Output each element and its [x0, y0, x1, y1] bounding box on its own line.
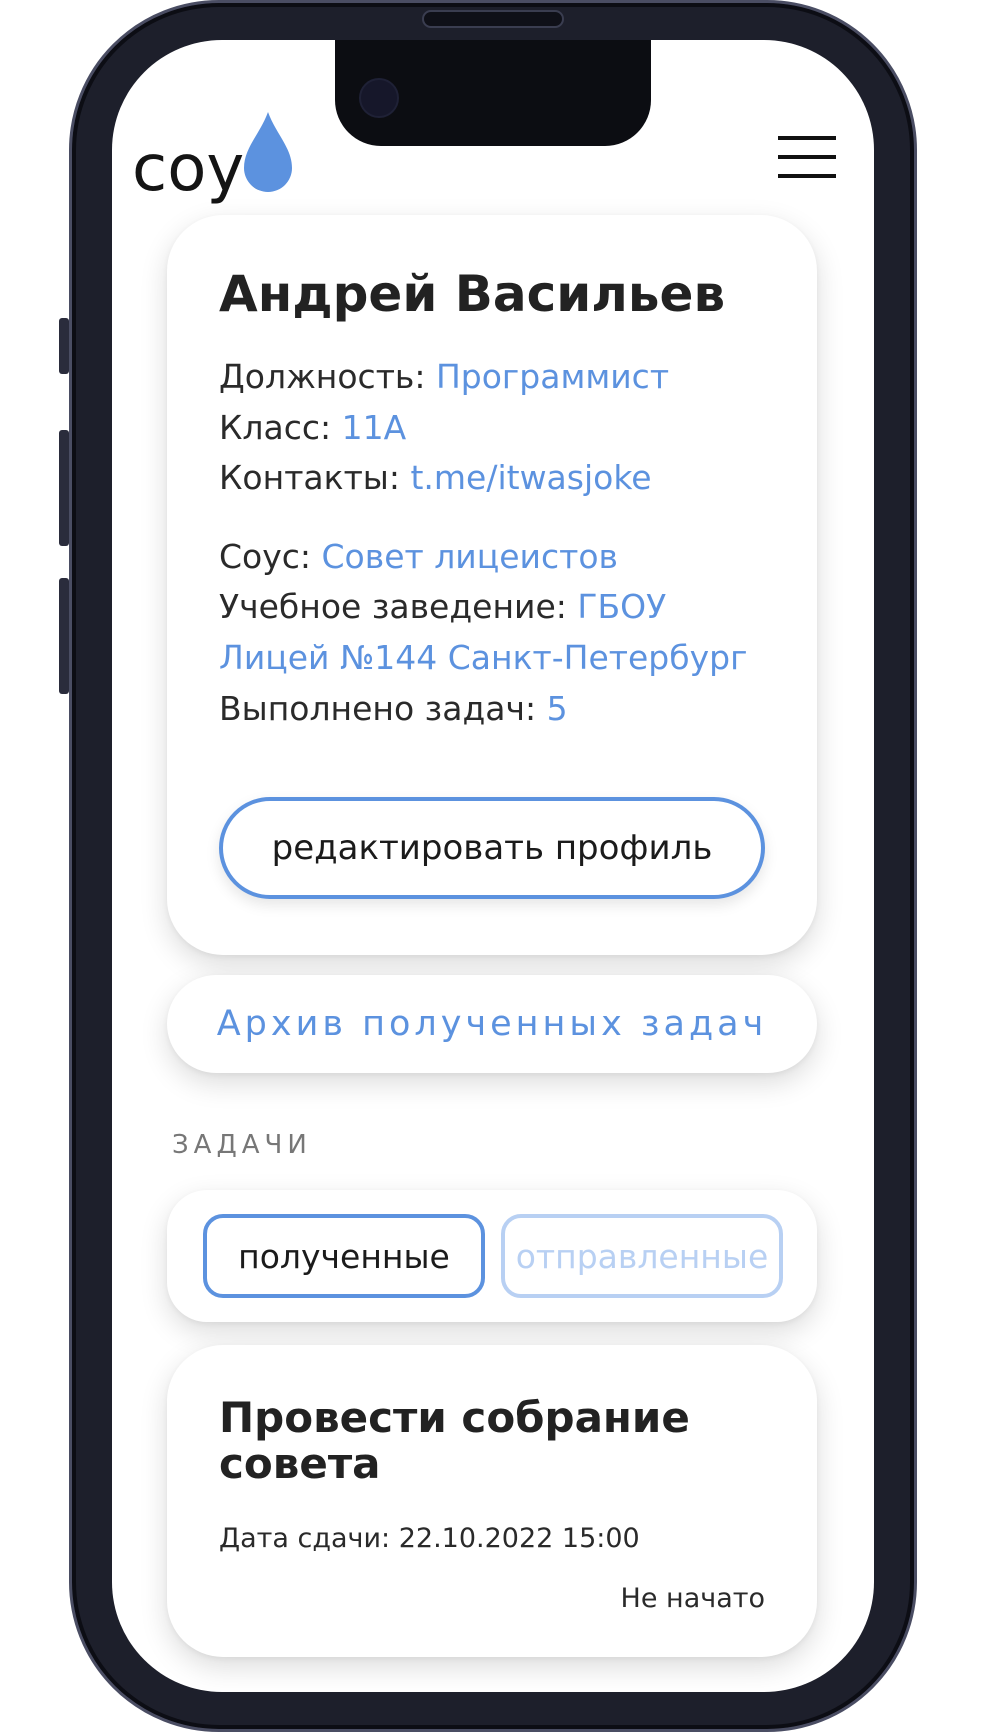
task-status: Не начато	[620, 1583, 765, 1614]
school-row: Учебное заведение: ГБОУ	[219, 587, 666, 626]
tasks-tab-bar: полученные отправленные	[167, 1190, 817, 1322]
app-logo[interactable]: соус	[132, 110, 302, 210]
school-value-line1: ГБОУ	[577, 587, 667, 626]
tasks-done-value: 5	[546, 689, 568, 728]
school-label: Учебное заведение:	[219, 587, 578, 626]
sous-value[interactable]: Совет лицеистов	[322, 537, 618, 576]
tasks-done-row: Выполнено задач: 5	[219, 689, 568, 728]
notch	[335, 40, 651, 146]
profile-name: Андрей Васильев	[219, 265, 726, 323]
hamburger-menu-icon[interactable]	[778, 136, 836, 180]
class-row: Класс: 11А	[219, 408, 406, 447]
position-row: Должность: Программист	[219, 357, 669, 396]
class-value: 11А	[341, 408, 407, 447]
position-label: Должность:	[219, 357, 436, 396]
class-label: Класс:	[219, 408, 342, 447]
sous-row: Соус: Совет лицеистов	[219, 537, 618, 576]
tab-sent[interactable]: отправленные	[501, 1214, 783, 1298]
sous-label: Соус:	[219, 537, 322, 576]
contacts-row: Контакты: t.me/itwasjoke	[219, 458, 652, 497]
volume-up-button	[59, 430, 69, 546]
silent-switch	[59, 318, 69, 374]
volume-down-button	[59, 578, 69, 694]
archive-button[interactable]: Архив полученных задач	[167, 975, 817, 1073]
task-card[interactable]: Провести собрание совета Дата сдачи: 22.…	[167, 1345, 817, 1657]
contacts-label: Контакты:	[219, 458, 411, 497]
tasks-section-label: ЗАДАЧИ	[172, 1130, 312, 1160]
contacts-link[interactable]: t.me/itwasjoke	[410, 458, 651, 497]
tasks-done-label: Выполнено задач:	[219, 689, 547, 728]
edit-profile-button[interactable]: редактировать профиль	[219, 797, 765, 899]
front-camera	[359, 78, 399, 118]
drop-icon	[244, 112, 292, 192]
tab-received[interactable]: полученные	[203, 1214, 485, 1298]
school-row-continued: Лицей №144 Санкт-Петербург	[219, 638, 747, 677]
task-title: Провести собрание совета	[219, 1393, 690, 1488]
school-value-line2: Лицей №144 Санкт-Петербург	[219, 638, 748, 677]
earpiece-speaker	[422, 10, 564, 28]
task-due-date: Дата сдачи: 22.10.2022 15:00	[219, 1523, 640, 1554]
profile-card: Андрей Васильев Должность: Программист К…	[167, 215, 817, 955]
position-value: Программист	[435, 357, 670, 396]
screen: соус Андрей Васильев Должность: Программ…	[112, 40, 874, 1692]
